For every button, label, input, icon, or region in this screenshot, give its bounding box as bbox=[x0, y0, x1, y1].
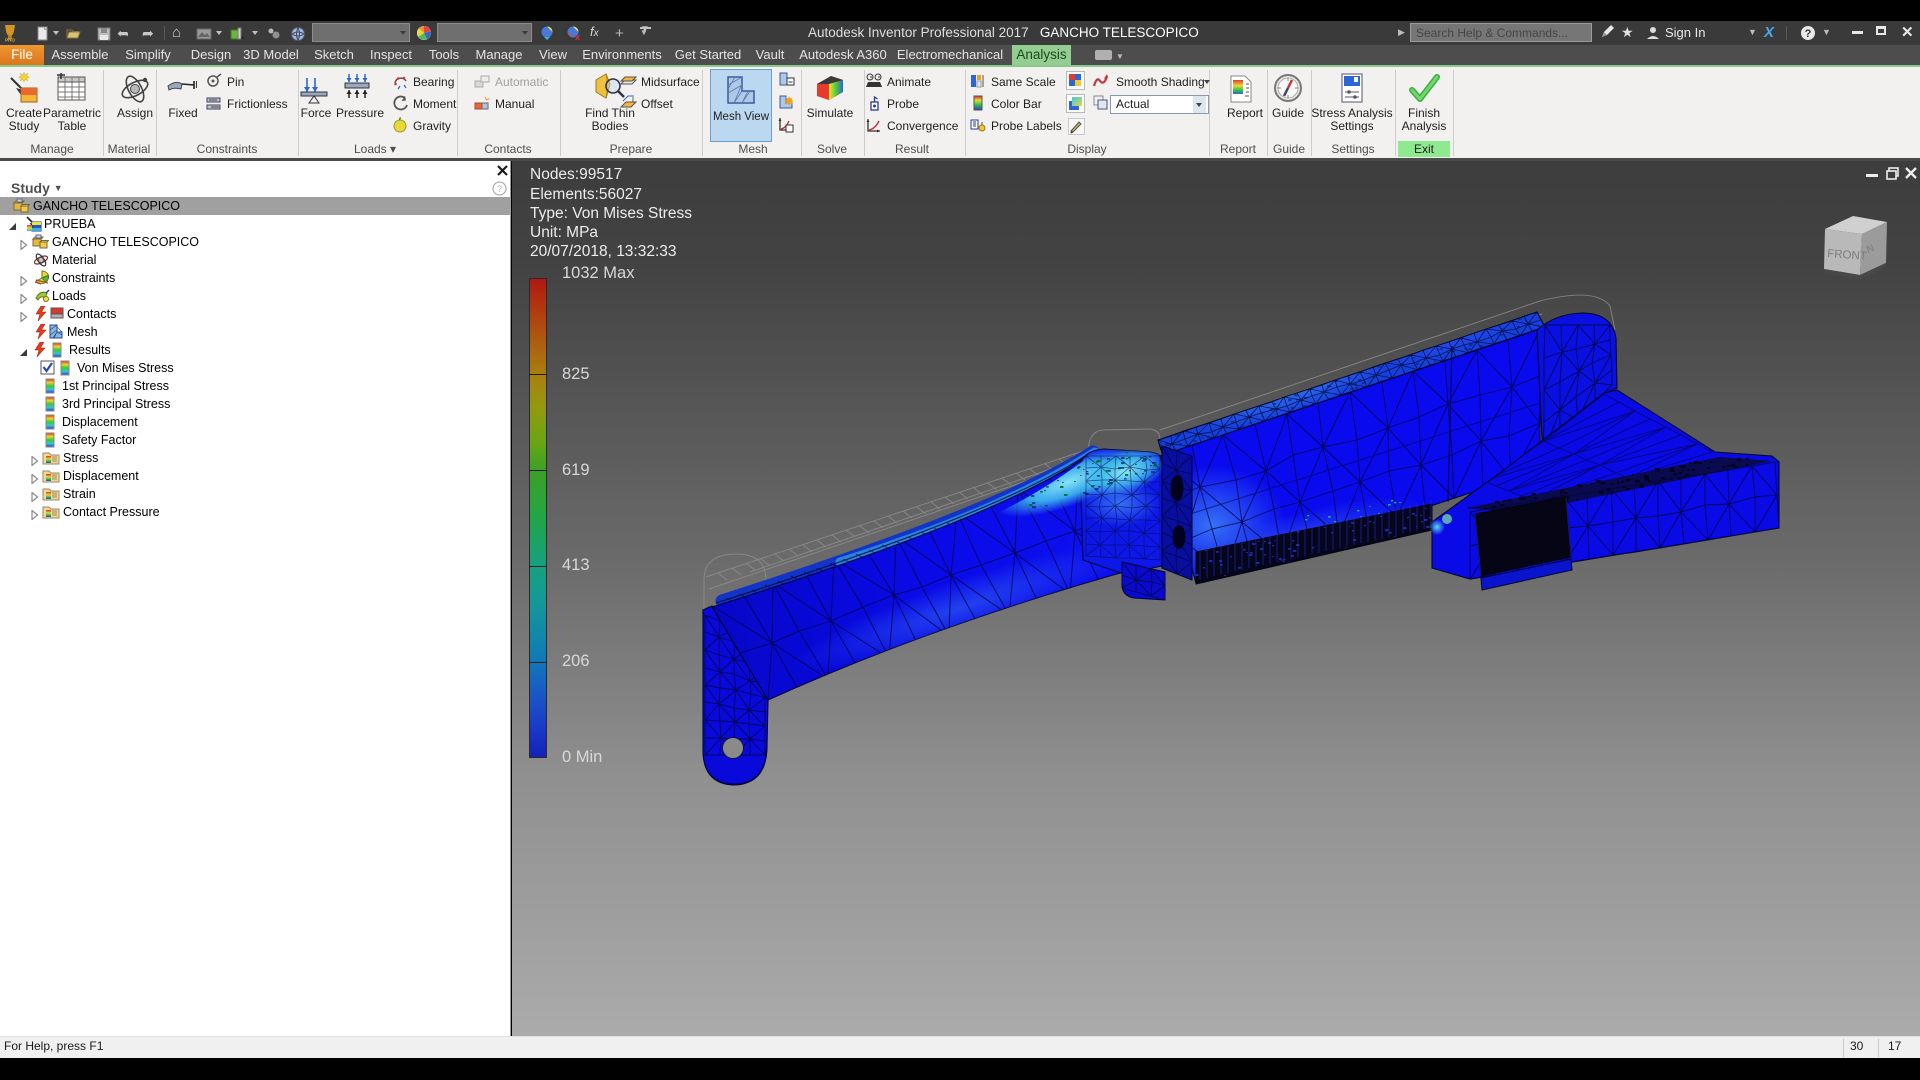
svg-text:PRO: PRO bbox=[5, 38, 15, 43]
svg-text:I: I bbox=[632, 97, 634, 104]
svg-text:?: ? bbox=[1805, 28, 1812, 40]
svg-text:?: ? bbox=[497, 184, 502, 194]
svg-text:I: I bbox=[195, 80, 198, 91]
svg-text:x: x bbox=[575, 32, 580, 41]
